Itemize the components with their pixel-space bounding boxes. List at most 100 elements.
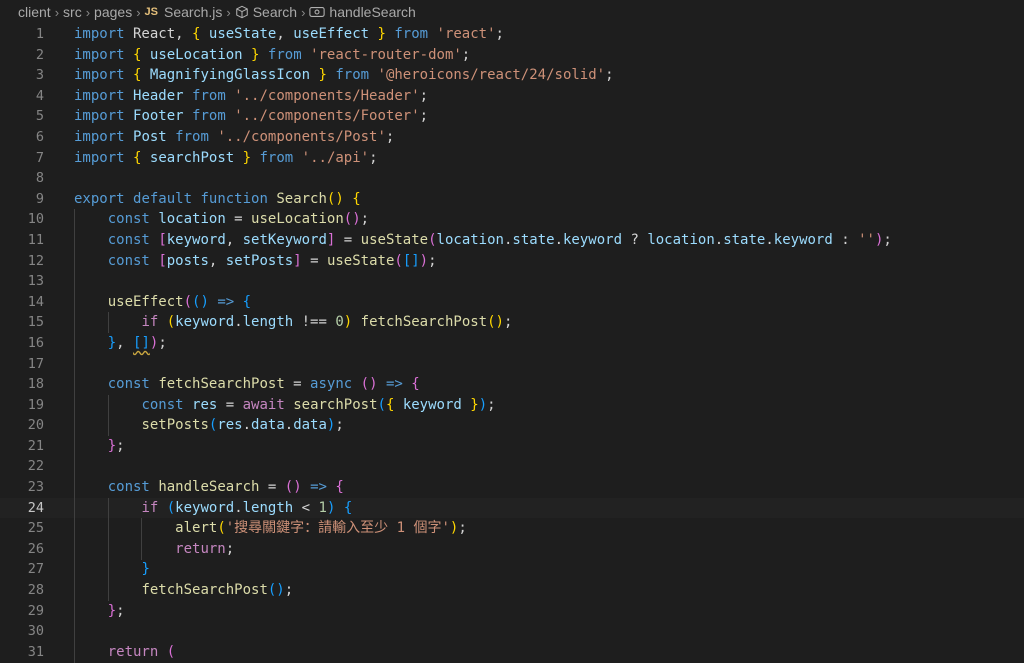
code-line[interactable]: 9 export default function Search() { — [0, 189, 1024, 210]
code-line[interactable]: 17 — [0, 354, 1024, 375]
breadcrumb-item-component[interactable]: Search — [253, 4, 297, 20]
code-token: } — [107, 602, 117, 619]
code-token: [] — [133, 334, 150, 351]
code-token: '搜尋關鍵字：請輸入至少 1 個字' — [225, 520, 450, 537]
line-number: 29 — [27, 602, 44, 619]
code-token: () — [284, 479, 302, 496]
code-token: ; — [116, 437, 125, 454]
line-number: 19 — [27, 396, 44, 413]
code-line[interactable]: 27 } — [0, 559, 1024, 580]
code-line[interactable]: 30 — [0, 621, 1024, 642]
code-token: , — [276, 26, 294, 42]
line-number: 15 — [27, 314, 44, 331]
code-token: } — [141, 561, 150, 578]
breadcrumb-item-symbol[interactable]: handleSearch — [329, 4, 415, 20]
code-token: ) — [419, 252, 429, 269]
code-text: } — [74, 559, 150, 580]
code-line[interactable]: 18 const fetchSearchPost = async () => { — [0, 374, 1024, 395]
code-line[interactable]: 24 if (keyword.length < 1) { — [0, 497, 1024, 519]
code-token: { — [242, 293, 252, 310]
code-token: import — [74, 87, 125, 104]
code-line[interactable]: 8 — [0, 168, 1024, 189]
code-token: = — [259, 479, 285, 496]
code-line[interactable]: 12 const [posts, setPosts] = useState([]… — [0, 251, 1024, 272]
breadcrumb-item-file[interactable]: Search.js — [164, 4, 222, 20]
code-token: keyword — [166, 231, 226, 248]
code-token: data — [293, 417, 327, 434]
code-text: import Header from '../components/Header… — [74, 86, 428, 107]
code-line[interactable]: 28 fetchSearchPost(); — [0, 580, 1024, 601]
code-text: const [keyword, setKeyword] = useState(l… — [74, 230, 892, 251]
code-token: ; — [335, 417, 344, 434]
breadcrumb-item-src[interactable]: src — [63, 4, 82, 20]
code-line[interactable]: 26 return; — [0, 539, 1024, 560]
code-line[interactable]: 1 import React, { useState, useEffect } f… — [0, 24, 1024, 45]
code-line[interactable]: 10 const location = useLocation(); — [0, 209, 1024, 230]
code-line[interactable]: 6 import Post from '../components/Post'; — [0, 127, 1024, 148]
code-token: ( — [217, 520, 226, 537]
code-line[interactable]: 19 const res = await searchPost({ keywor… — [0, 395, 1024, 416]
code-token: useState — [360, 231, 429, 248]
code-token: const — [107, 252, 150, 269]
code-line[interactable]: 21 }; — [0, 436, 1024, 457]
chevron-right-icon: › — [226, 4, 231, 20]
code-line[interactable]: 4 import Header from '../components/Heade… — [0, 86, 1024, 107]
code-line[interactable]: 7 import { searchPost } from '../api'; — [0, 148, 1024, 169]
code-line[interactable]: 16 }, []); — [0, 333, 1024, 354]
code-line[interactable]: 3 import { MagnifyingGlassIcon } from '@h… — [0, 65, 1024, 86]
chevron-right-icon: › — [85, 4, 91, 20]
line-number: 23 — [27, 479, 44, 496]
indent-guide — [141, 518, 142, 560]
code-token: } — [242, 149, 252, 166]
code-editor[interactable]: client › src › pages › JS Search.js › Se… — [0, 0, 1024, 663]
code-line[interactable]: 31 return ( — [0, 642, 1024, 663]
code-line[interactable]: 5 import Footer from '../components/Foote… — [0, 106, 1024, 127]
code-token: '' — [858, 231, 875, 248]
line-number: 26 — [27, 540, 44, 557]
code-line[interactable]: 25 alert('搜尋關鍵字：請輸入至少 1 個字'); — [0, 518, 1024, 539]
code-line[interactable]: 15 if (keyword.length !== 0) fetchSearch… — [0, 312, 1024, 333]
code-area[interactable]: 1 import React, { useState, useEffect } f… — [0, 24, 1024, 663]
code-line[interactable]: 22 — [0, 456, 1024, 477]
code-line[interactable]: 29 }; — [0, 601, 1024, 622]
code-token: setPosts — [141, 417, 209, 434]
code-token: ( — [183, 293, 193, 310]
code-token: = — [335, 231, 361, 248]
breadcrumb-item-client[interactable]: client — [18, 4, 51, 20]
code-text: }; — [74, 601, 125, 622]
code-token: () — [343, 211, 361, 228]
code-token: const — [107, 376, 150, 393]
line-number: 1 — [35, 26, 44, 42]
code-line[interactable]: 13 — [0, 271, 1024, 292]
chevron-right-icon: › — [136, 4, 141, 20]
code-text: import { searchPost } from '../api'; — [74, 148, 378, 169]
code-line[interactable]: 20 setPosts(res.data.data); — [0, 415, 1024, 436]
code-token: useEffect — [293, 26, 370, 42]
code-token: Post — [133, 128, 167, 145]
breadcrumb-item-pages[interactable]: pages — [94, 4, 132, 20]
code-line[interactable]: 2 import { useLocation } from 'react-rout… — [0, 45, 1024, 66]
code-token: ; — [419, 87, 429, 104]
code-token: keyword — [773, 231, 833, 248]
code-line[interactable]: 11 const [keyword, setKeyword] = useStat… — [0, 230, 1024, 251]
code-token: MagnifyingGlassIcon — [149, 67, 311, 84]
line-number: 6 — [35, 128, 44, 145]
code-line[interactable]: 14 useEffect(() => { — [0, 292, 1024, 313]
code-token: keyword — [402, 396, 462, 413]
code-line[interactable]: 23 const handleSearch = () => { — [0, 477, 1024, 498]
code-token: , — [116, 334, 134, 351]
code-token: => — [310, 479, 327, 496]
code-token: . — [242, 417, 252, 434]
code-token: location — [158, 211, 226, 228]
